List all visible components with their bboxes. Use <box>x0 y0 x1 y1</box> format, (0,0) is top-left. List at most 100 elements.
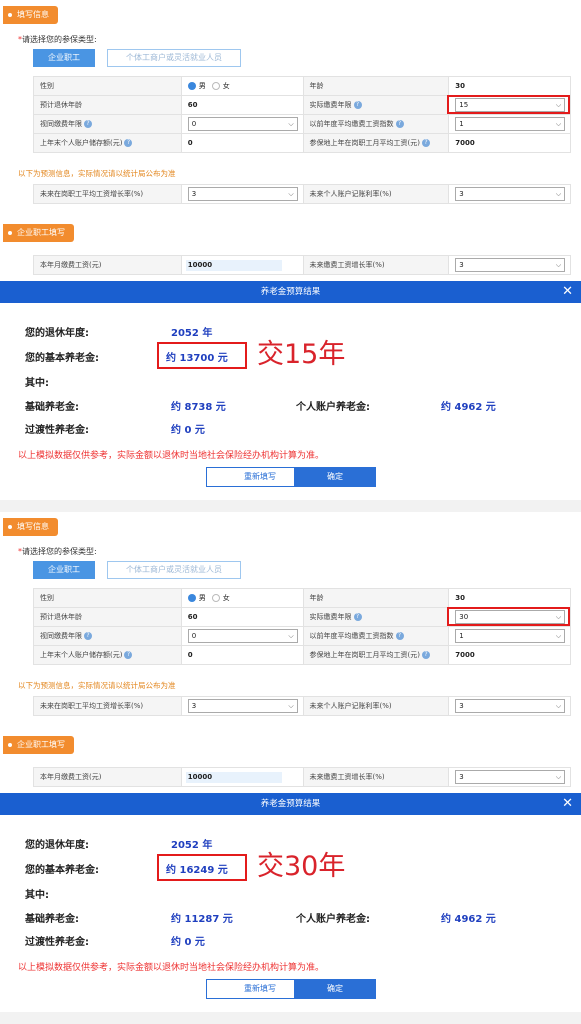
balance-label: 上年末个人账户储存额(元)? <box>34 646 182 665</box>
age-label: 年龄 <box>303 589 450 608</box>
deemed-years-cell: 0 ⌵ <box>181 627 304 646</box>
radio-unchecked-icon[interactable] <box>211 82 220 90</box>
help-icon[interactable]: ? <box>84 120 92 128</box>
close-icon[interactable]: ✕ <box>562 793 573 815</box>
chevron-down-icon: ⌵ <box>288 702 294 710</box>
future-wage-growth-select[interactable]: 3 ⌵ <box>187 699 298 713</box>
retire-year-value: 2052 年 <box>171 840 213 851</box>
future-rate-label: 未来个人账户记账利率(%) <box>303 697 450 716</box>
deemed-years-select[interactable]: 0 ⌵ <box>187 629 298 643</box>
basic-pension-label: 您的基本养老金: <box>25 865 99 876</box>
avg-wage-value: 7000 <box>449 134 572 153</box>
disclaimer: 以上模拟数据仅供参考，实际金额以退休时当地社会保险经办机构计算为准。 <box>18 451 325 461</box>
radio-checked-icon[interactable] <box>187 594 196 602</box>
among-label: 其中: <box>25 378 49 389</box>
years-highlight-box <box>447 95 570 114</box>
panel-divider <box>0 500 581 512</box>
balance-value[interactable]: 0 <box>181 646 304 665</box>
help-icon[interactable]: ? <box>84 632 92 640</box>
deemed-years-cell: 0 ⌵ <box>181 115 304 134</box>
help-icon[interactable]: ? <box>353 101 362 109</box>
personal-value: 约 4962 元 <box>441 914 496 925</box>
pension-highlight-box <box>157 854 247 881</box>
deemed-years-label: 视同缴费年限? <box>34 627 182 646</box>
years-highlight-box <box>447 607 570 626</box>
chevron-down-icon: ⌵ <box>555 190 562 198</box>
deemed-years-select[interactable]: 0 ⌵ <box>187 117 298 131</box>
calculator-panel-15-years: 填写信息 *请选择您的参保类型: 企业职工 个体工商户或灵活就业人员 性别 男 … <box>0 0 581 512</box>
chevron-down-icon: ⌵ <box>288 190 294 198</box>
retire-year-label: 您的退休年度: <box>25 328 89 339</box>
tab-enterprise-employee[interactable]: 企业职工 <box>33 49 95 67</box>
prediction-note: 以下为预测信息，实际情况请以统计局公布为准 <box>18 681 176 690</box>
chevron-down-icon: ⌵ <box>288 120 294 128</box>
radio-unchecked-icon[interactable] <box>211 594 220 602</box>
future-pay-growth-select[interactable]: 3 ⌵ <box>455 258 566 272</box>
calculator-panel-30-years: 填写信息 *请选择您的参保类型: 企业职工 个体工商户或灵活就业人员 性别 男 … <box>0 512 581 1024</box>
avg-index-select[interactable]: 1 ⌵ <box>455 629 566 643</box>
future-rate-select[interactable]: 3 ⌵ <box>455 699 566 713</box>
help-icon[interactable]: ? <box>421 651 430 659</box>
tab-self-employed[interactable]: 个体工商户或灵活就业人员 <box>107 561 241 579</box>
section-tag-employee: 企业职工填写 <box>3 224 74 242</box>
personal-value: 约 4962 元 <box>441 402 496 413</box>
avg-index-cell: 1 ⌵ <box>449 115 572 134</box>
help-icon[interactable]: ? <box>395 632 404 640</box>
future-pay-growth-cell: 3 ⌵ <box>449 768 572 787</box>
help-icon[interactable]: ? <box>124 139 133 147</box>
prediction-note: 以下为预测信息，实际情况请以统计局公布为准 <box>18 169 176 178</box>
help-icon[interactable]: ? <box>395 120 404 128</box>
help-icon[interactable]: ? <box>124 651 133 659</box>
gender-label: 性别 <box>34 589 182 608</box>
chevron-down-icon: ⌵ <box>555 773 562 781</box>
monthly-wage-input[interactable]: 10000 <box>185 259 282 271</box>
help-icon[interactable]: ? <box>353 613 362 621</box>
confirm-button[interactable]: 确定 <box>294 467 376 487</box>
gender-radio-group[interactable]: 男 女 <box>181 77 304 96</box>
future-rate-cell: 3 ⌵ <box>449 185 572 204</box>
insurance-type-label: *请选择您的参保类型: <box>18 35 97 44</box>
age-value: 30 <box>449 77 572 96</box>
age-value: 30 <box>449 589 572 608</box>
transitional-value: 约 0 元 <box>171 425 205 436</box>
help-icon[interactable]: ? <box>421 139 430 147</box>
monthly-wage-input[interactable]: 10000 <box>185 771 282 783</box>
deemed-years-label: 视同缴费年限? <box>34 115 182 134</box>
basic-label: 基础养老金: <box>25 402 79 413</box>
gender-radio-group[interactable]: 男 女 <box>181 589 304 608</box>
result-header: 养老金预算结果 ✕ <box>0 793 581 815</box>
years-annotation: 交30年 <box>257 851 346 882</box>
tab-enterprise-employee[interactable]: 企业职工 <box>33 561 95 579</box>
result-title: 养老金预算结果 <box>260 799 321 809</box>
tab-self-employed[interactable]: 个体工商户或灵活就业人员 <box>107 49 241 67</box>
employee-form: 本年月缴费工资(元) 10000 未来缴费工资增长率(%) 3 ⌵ <box>33 767 572 787</box>
confirm-button[interactable]: 确定 <box>294 979 376 999</box>
among-label: 其中: <box>25 890 49 901</box>
monthly-wage-cell: 10000 <box>181 768 304 787</box>
chevron-down-icon: ⌵ <box>555 702 562 710</box>
future-pay-growth-select[interactable]: 3 ⌵ <box>455 770 566 784</box>
result-header: 养老金预算结果 ✕ <box>0 281 581 303</box>
balance-value[interactable]: 0 <box>181 134 304 153</box>
close-icon[interactable]: ✕ <box>562 281 573 303</box>
section-tag-fill-info: 填写信息 <box>3 518 58 536</box>
monthly-wage-cell: 10000 <box>181 256 304 275</box>
basic-info-form: 性别 男 女 年龄 30 预计退休年龄 60 实际缴费年限? 15 ⌵ 视同缴费年… <box>33 76 572 153</box>
avg-wage-value: 7000 <box>449 646 572 665</box>
radio-checked-icon[interactable] <box>187 82 196 90</box>
chevron-down-icon: ⌵ <box>555 261 562 269</box>
actual-years-label: 实际缴费年限? <box>303 96 450 115</box>
age-label: 年龄 <box>303 77 450 96</box>
basic-label: 基础养老金: <box>25 914 79 925</box>
retire-year-label: 您的退休年度: <box>25 840 89 851</box>
future-wage-growth-cell: 3 ⌵ <box>181 697 304 716</box>
chevron-down-icon: ⌵ <box>288 632 294 640</box>
future-rate-select[interactable]: 3 ⌵ <box>455 187 566 201</box>
future-wage-growth-label: 未来在岗职工平均工资增长率(%) <box>34 185 182 204</box>
actual-years-label: 实际缴费年限? <box>303 608 450 627</box>
avg-index-select[interactable]: 1 ⌵ <box>455 117 566 131</box>
transitional-label: 过渡性养老金: <box>25 937 89 948</box>
avg-wage-label: 参保地上年在岗职工月平均工资(元)? <box>303 646 450 665</box>
future-wage-growth-select[interactable]: 3 ⌵ <box>187 187 298 201</box>
section-tag-employee: 企业职工填写 <box>3 736 74 754</box>
